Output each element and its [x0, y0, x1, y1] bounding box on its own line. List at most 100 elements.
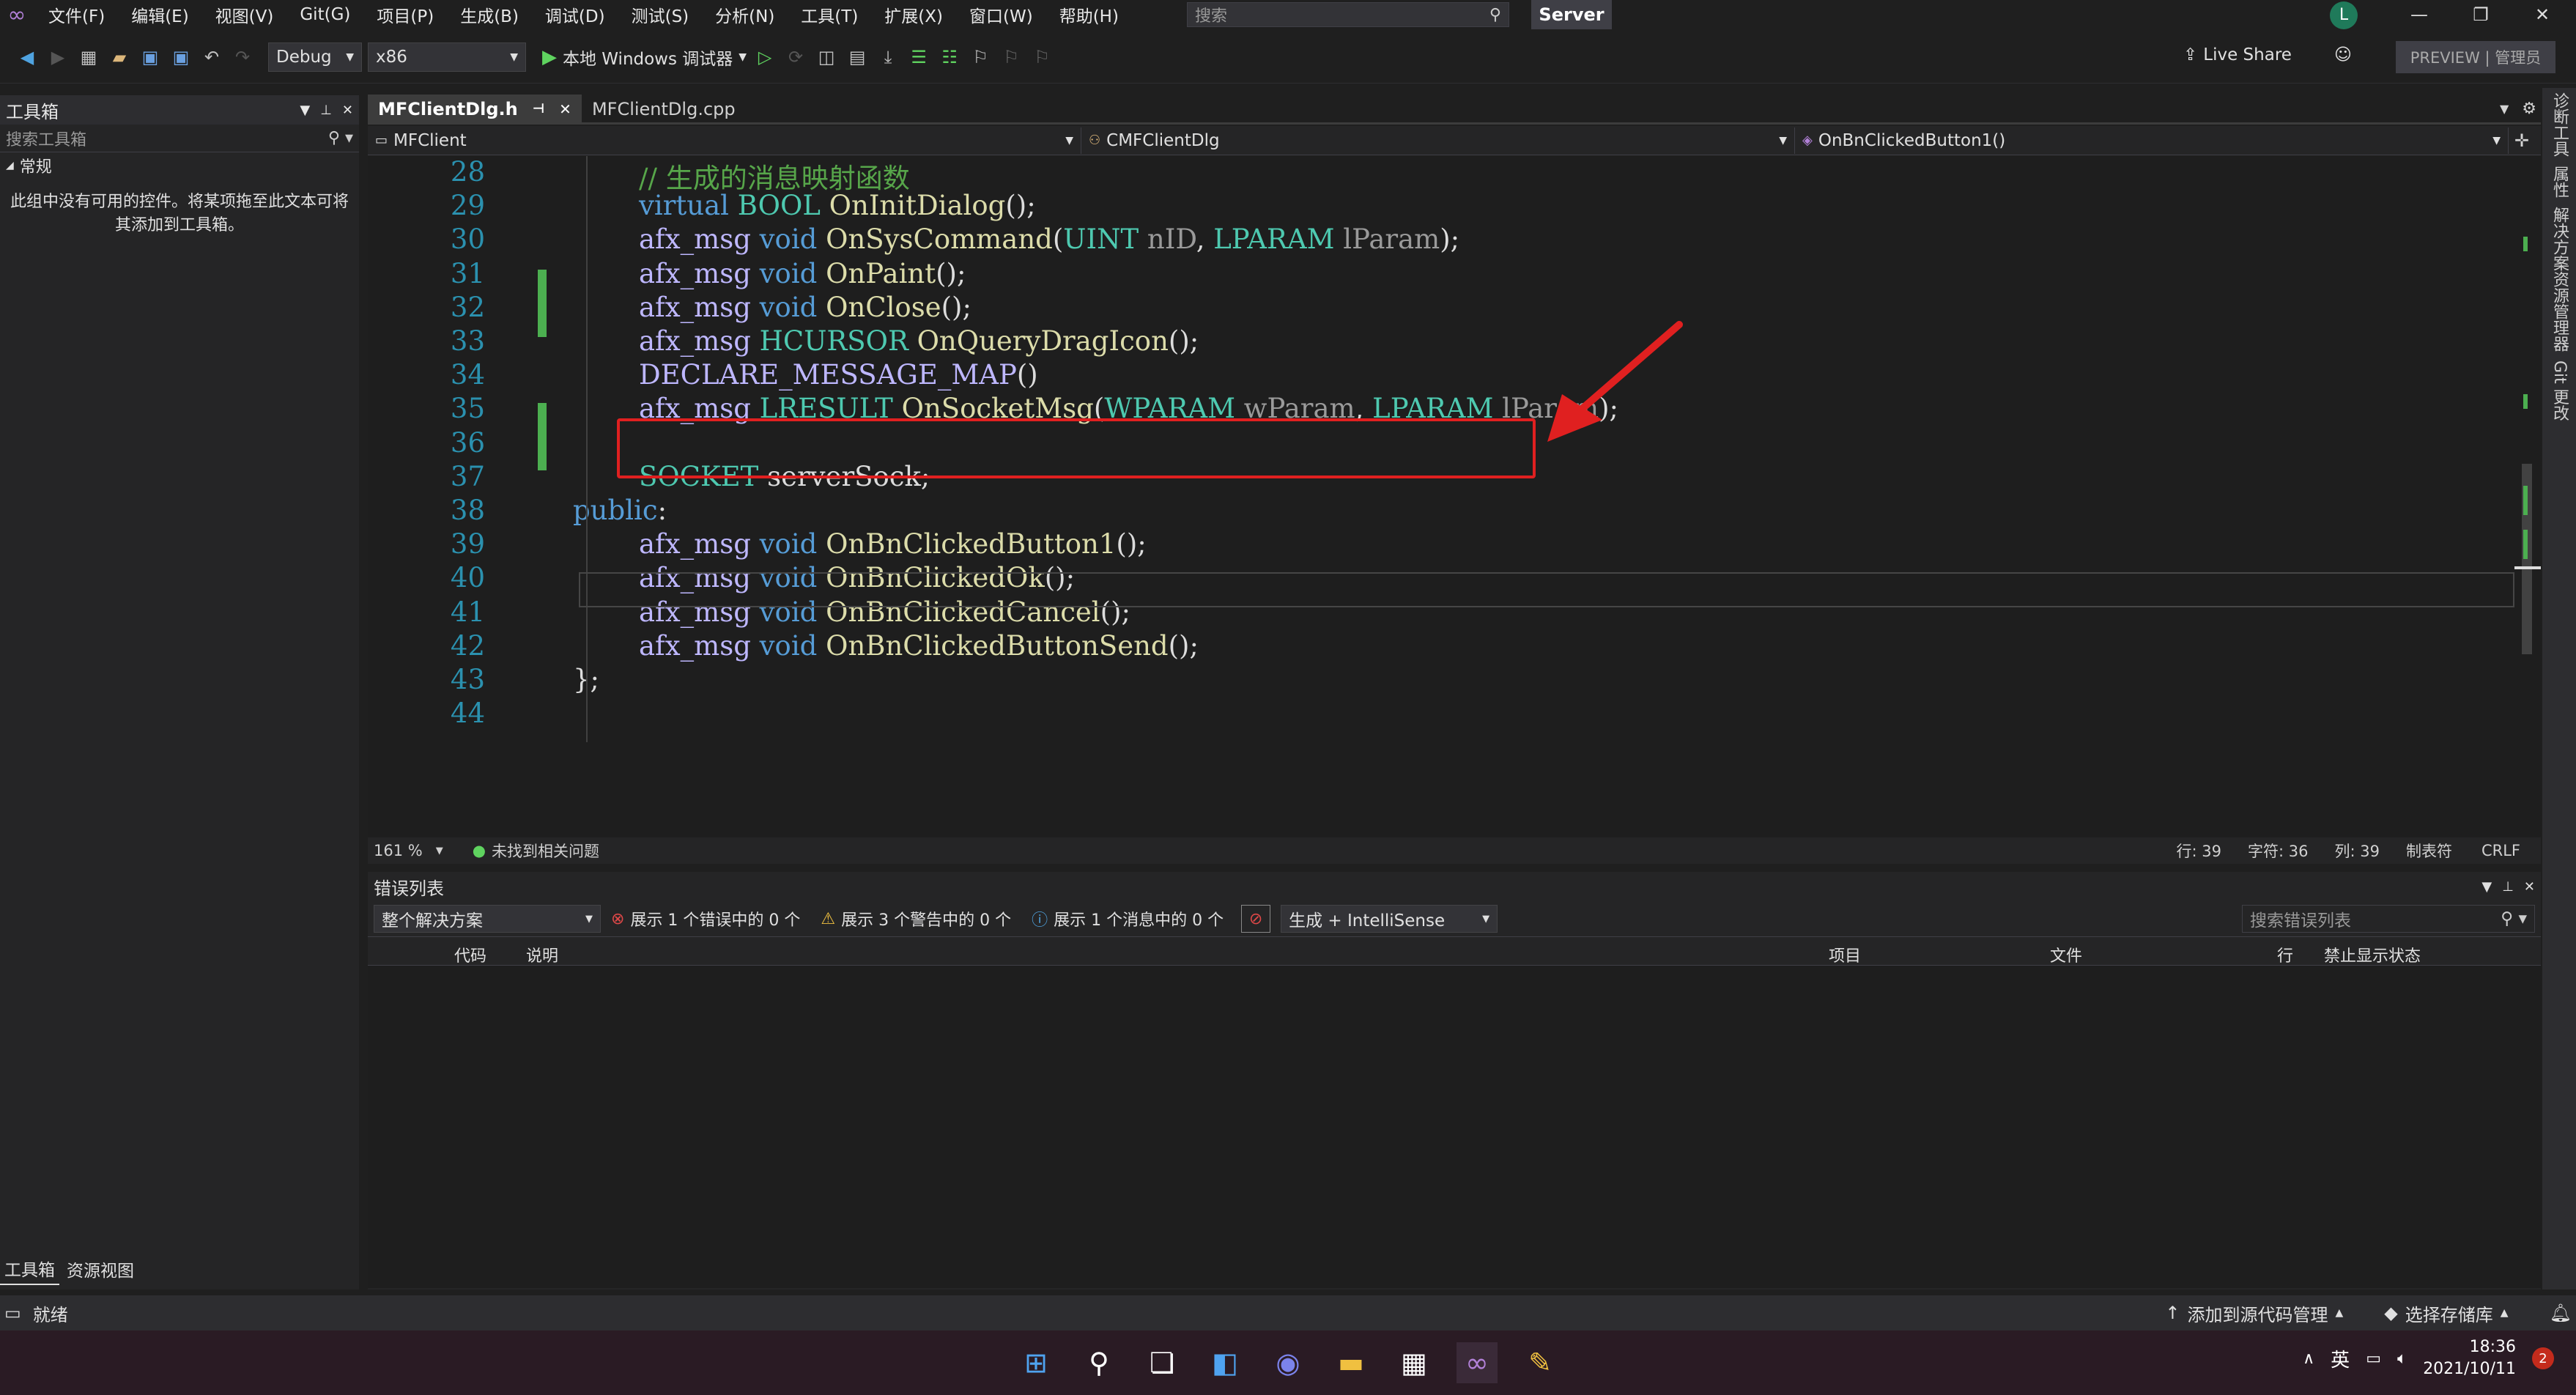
menu-item[interactable]: 分析(N)	[715, 2, 774, 27]
select-repo-button[interactable]: ◆ 选择存储库 ▲	[2384, 1300, 2508, 1326]
minimize-icon[interactable]: —	[2388, 4, 2450, 25]
errors-filter[interactable]: ⊗ 展示 1 个错误中的 0 个	[611, 907, 800, 930]
code-line[interactable]: afx_msg void OnPaint();	[639, 258, 966, 289]
live-share-button[interactable]: ⇪ Live Share ☺	[2183, 45, 2352, 64]
zoom-level[interactable]: 161 %	[374, 842, 423, 859]
forward-icon[interactable]: ▶	[45, 45, 70, 70]
menu-item[interactable]: 编辑(E)	[131, 2, 188, 27]
input-language[interactable]: 英	[2331, 1345, 2350, 1372]
tab-resource-view[interactable]: 资源视图	[62, 1254, 138, 1284]
comment-icon[interactable]: ☰	[906, 45, 931, 70]
volume-icon[interactable]: 🔈︎	[2397, 1350, 2407, 1368]
bookmark-icon[interactable]: ⚐	[968, 45, 993, 70]
indent-mode[interactable]: 制表符	[2406, 840, 2452, 862]
line-ending[interactable]: CRLF	[2481, 842, 2520, 859]
start-debug-button[interactable]: ▶ 本地 Windows 调试器 ▼	[542, 45, 747, 70]
windows-start-icon[interactable]: ⊞	[1015, 1342, 1056, 1383]
widgets-icon[interactable]: ◧	[1204, 1342, 1246, 1383]
screenshot-icon[interactable]: ◫	[814, 45, 839, 70]
menu-item[interactable]: 帮助(H)	[1059, 2, 1119, 27]
restore-icon[interactable]: ❐	[2450, 4, 2512, 25]
gear-icon[interactable]: ⚙	[2522, 100, 2536, 118]
back-icon[interactable]: ◀	[15, 45, 40, 70]
chevron-up-icon[interactable]: ∧	[2303, 1350, 2314, 1368]
column-project[interactable]: 项目	[1829, 943, 1861, 966]
search-icon[interactable]: ⚲	[1078, 1342, 1119, 1383]
source-select[interactable]: 生成 + IntelliSense ▼	[1281, 905, 1498, 933]
menu-item[interactable]: 工具(T)	[801, 2, 858, 27]
tab-diagnostics[interactable]: 诊断工具	[2547, 92, 2571, 157]
menu-item[interactable]: 窗口(W)	[969, 2, 1033, 27]
code-line[interactable]: afx_msg void OnClose();	[639, 292, 971, 323]
clock[interactable]: 18:36 2021/10/11	[2423, 1336, 2516, 1380]
feedback-icon[interactable]: ☺	[2334, 45, 2352, 64]
project-dropdown[interactable]: ▭ MFClient ▼	[368, 127, 1081, 154]
open-icon[interactable]: ▰	[107, 45, 132, 70]
close-icon[interactable]: ✕	[2512, 4, 2573, 25]
menu-item[interactable]: 扩展(X)	[884, 2, 943, 27]
column-code[interactable]: 代码	[454, 943, 486, 966]
menu-item[interactable]: 文件(F)	[48, 2, 105, 27]
menu-item[interactable]: 生成(B)	[460, 2, 519, 27]
tab-mfclientdlg-cpp[interactable]: MFClientDlg.cpp	[582, 95, 746, 124]
undo-icon[interactable]: ↶	[199, 45, 224, 70]
code-line[interactable]: afx_msg HCURSOR OnQueryDragIcon();	[639, 325, 1199, 357]
menu-item[interactable]: 调试(D)	[545, 2, 605, 27]
chevron-down-icon[interactable]: ▼	[2481, 879, 2492, 895]
pin-icon[interactable]: ⊥	[320, 103, 332, 118]
pin-icon[interactable]: ⊣	[533, 101, 544, 116]
uncomment-icon[interactable]: ☷	[937, 45, 962, 70]
split-icon[interactable]: ✛	[2514, 130, 2529, 151]
code-editor[interactable]: 28// 生成的消息映射函数 29 virtual BOOL OnInitDialo…	[368, 156, 2514, 837]
start-without-debug-icon[interactable]: ▷	[752, 45, 777, 70]
store-icon[interactable]: ▦	[1394, 1342, 1435, 1383]
paint-icon[interactable]: ✎	[1520, 1342, 1561, 1383]
code-line[interactable]: DECLARE_MESSAGE_MAP()	[639, 359, 1038, 391]
refresh-icon[interactable]: ⟳	[783, 45, 808, 70]
config-select[interactable]: Debug ▼	[268, 42, 362, 72]
tab-properties[interactable]: 属性	[2547, 166, 2571, 198]
save-icon[interactable]: ▣	[138, 45, 163, 70]
messages-filter[interactable]: ⓘ 展示 1 个消息中的 0 个	[1032, 907, 1224, 930]
file-explorer-icon[interactable]: ▬	[1330, 1342, 1372, 1383]
chat-icon[interactable]: ◉	[1267, 1342, 1309, 1383]
visual-studio-icon[interactable]: ∞	[1457, 1342, 1498, 1383]
editor-scrollbar[interactable]	[2514, 156, 2541, 837]
column-file[interactable]: 文件	[2050, 943, 2082, 966]
close-icon[interactable]: ✕	[342, 103, 353, 118]
bookmark-prev-icon[interactable]: ⚐	[999, 45, 1024, 70]
code-line[interactable]: afx_msg void OnBnClickedButton1();	[639, 528, 1147, 560]
display-icon[interactable]: ▭	[2366, 1350, 2381, 1368]
chevron-down-icon[interactable]: ▼	[436, 845, 443, 856]
chevron-down-icon[interactable]: ▼	[300, 103, 310, 118]
avatar[interactable]: L	[2330, 1, 2358, 29]
notification-badge[interactable]: 2	[2532, 1347, 2554, 1369]
chevron-down-icon[interactable]: ▼	[2500, 102, 2509, 116]
tab-solution-explorer[interactable]: 解决方案资源管理器	[2547, 207, 2571, 352]
redo-icon[interactable]: ↷	[230, 45, 255, 70]
warnings-filter[interactable]: ⚠ 展示 3 个警告中的 0 个	[821, 907, 1011, 930]
filter-icon[interactable]: ⊘	[1241, 905, 1271, 933]
pin-icon[interactable]: ⊥	[2502, 879, 2514, 895]
menu-item[interactable]: 测试(S)	[632, 2, 689, 27]
member-dropdown[interactable]: ◈ OnBnClickedButton1() ▼	[1795, 127, 2509, 154]
column-line[interactable]: 行	[2277, 943, 2293, 966]
class-dropdown[interactable]: ⚇ CMFClientDlg ▼	[1081, 127, 1795, 154]
code-line[interactable]: virtual BOOL OnInitDialog();	[639, 190, 1036, 221]
tab-mfclientdlg-h[interactable]: MFClientDlg.h ⊣ ✕	[368, 94, 582, 124]
toolbox-group-general[interactable]: ◢ 常规	[0, 152, 359, 179]
menu-item[interactable]: Git(G)	[300, 5, 350, 24]
issues-text[interactable]: 未找到相关问题	[492, 840, 599, 862]
column-suppress[interactable]: 禁止显示状态	[2324, 943, 2421, 966]
scope-select[interactable]: 整个解决方案 ▼	[374, 905, 601, 933]
error-search-input[interactable]: 搜索错误列表 ⚲ ▾	[2242, 905, 2535, 933]
task-view-icon[interactable]: ❏	[1141, 1342, 1182, 1383]
add-source-control-button[interactable]: ↑ 添加到源代码管理 ▲	[2165, 1300, 2343, 1326]
column-desc[interactable]: 说明	[526, 943, 558, 966]
notification-bell-icon[interactable]: 🔔︎	[2550, 1303, 2572, 1323]
platform-select[interactable]: x86 ▼	[368, 42, 526, 72]
new-project-icon[interactable]: ▦	[76, 45, 101, 70]
tab-git-changes[interactable]: Git 更改	[2547, 360, 2571, 421]
tab-toolbox[interactable]: 工具箱	[0, 1253, 59, 1285]
menu-item[interactable]: 视图(V)	[215, 2, 274, 27]
